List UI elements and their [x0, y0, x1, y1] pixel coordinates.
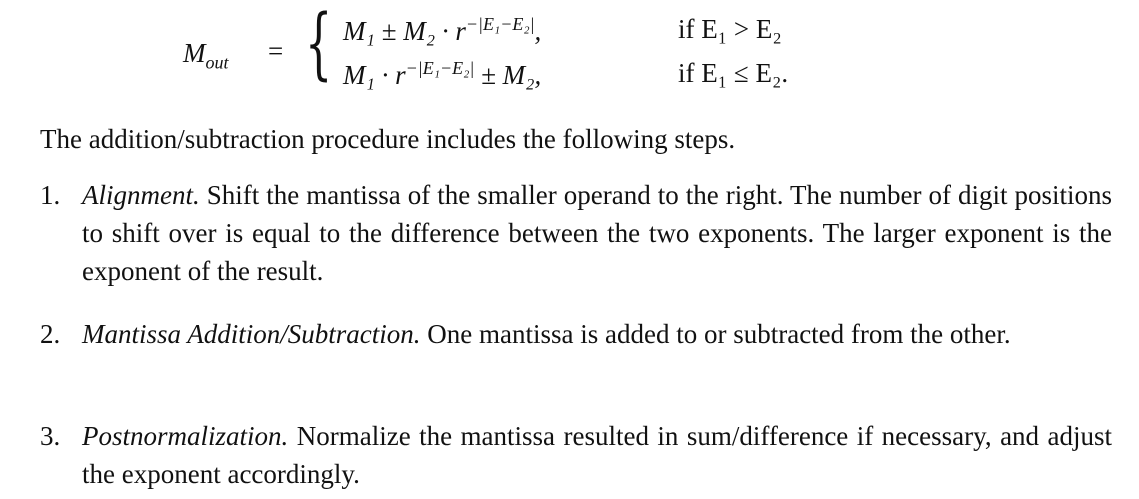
step-title: Mantissa Addition/Subtraction. — [82, 319, 421, 349]
equals-sign: = — [268, 36, 284, 66]
equation-case-2: M₁ · r−|E₁−E₂| ± M₂, if E₁ ≤ E₂. — [343, 58, 788, 91]
step-item: 3. Postnormalization. Normalize the mant… — [40, 417, 1112, 493]
case-exponent: −|E₁−E₂| — [465, 14, 535, 34]
brace: { — [305, 0, 333, 89]
step-title: Alignment. — [82, 180, 200, 210]
step-number: 1. — [40, 180, 61, 210]
case-expression: M₁ ± M₂ · r — [343, 16, 466, 46]
step-item: 2. Mantissa Addition/Subtraction. One ma… — [40, 315, 1112, 353]
step-number: 3. — [40, 421, 61, 451]
case-condition: if E₁ ≤ E₂. — [678, 58, 789, 88]
case-tail: ± M₂, — [474, 60, 542, 90]
case-condition: if E₁ > E₂ — [678, 14, 782, 44]
intro-paragraph: The addition/subtraction procedure inclu… — [40, 124, 736, 154]
step-text: One mantissa is added to or subtracted f… — [420, 319, 1011, 349]
equation-case-1: M₁ ± M₂ · r−|E₁−E₂|, if E₁ > E₂ — [343, 14, 782, 47]
equation-lhs: Mout — [183, 38, 229, 73]
case-tail: , — [534, 16, 542, 46]
case-expression: M₁ · r — [343, 60, 406, 90]
lhs-symbol: M — [183, 38, 206, 68]
step-text: Shift the mantissa of the smaller operan… — [82, 180, 1112, 286]
step-item: 1. Alignment. Shift the mantissa of the … — [40, 176, 1112, 290]
lhs-subscript: out — [205, 52, 229, 73]
step-title: Postnormalization. — [82, 421, 289, 451]
case-exponent: −|E₁−E₂| — [405, 58, 475, 78]
step-number: 2. — [40, 319, 61, 349]
